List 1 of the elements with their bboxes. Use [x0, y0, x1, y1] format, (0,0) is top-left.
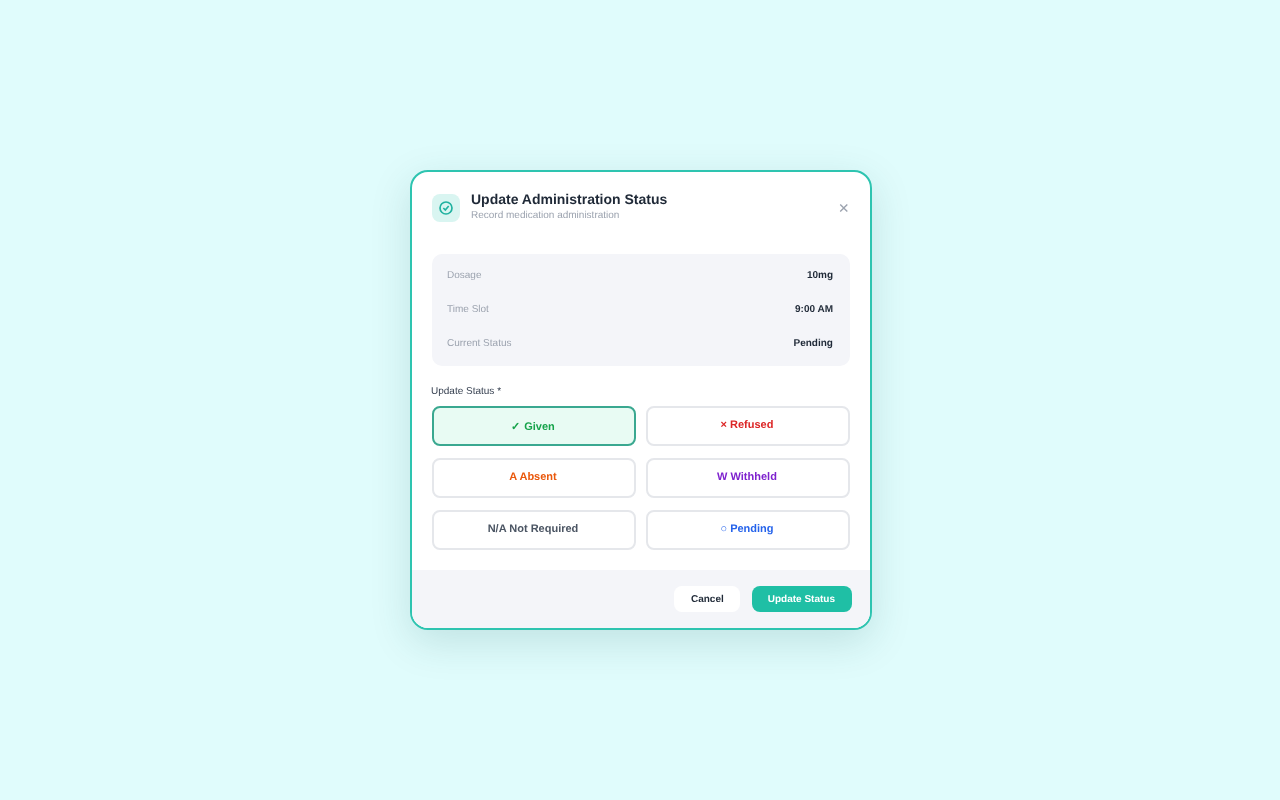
close-button[interactable]: ×: [838, 198, 849, 219]
